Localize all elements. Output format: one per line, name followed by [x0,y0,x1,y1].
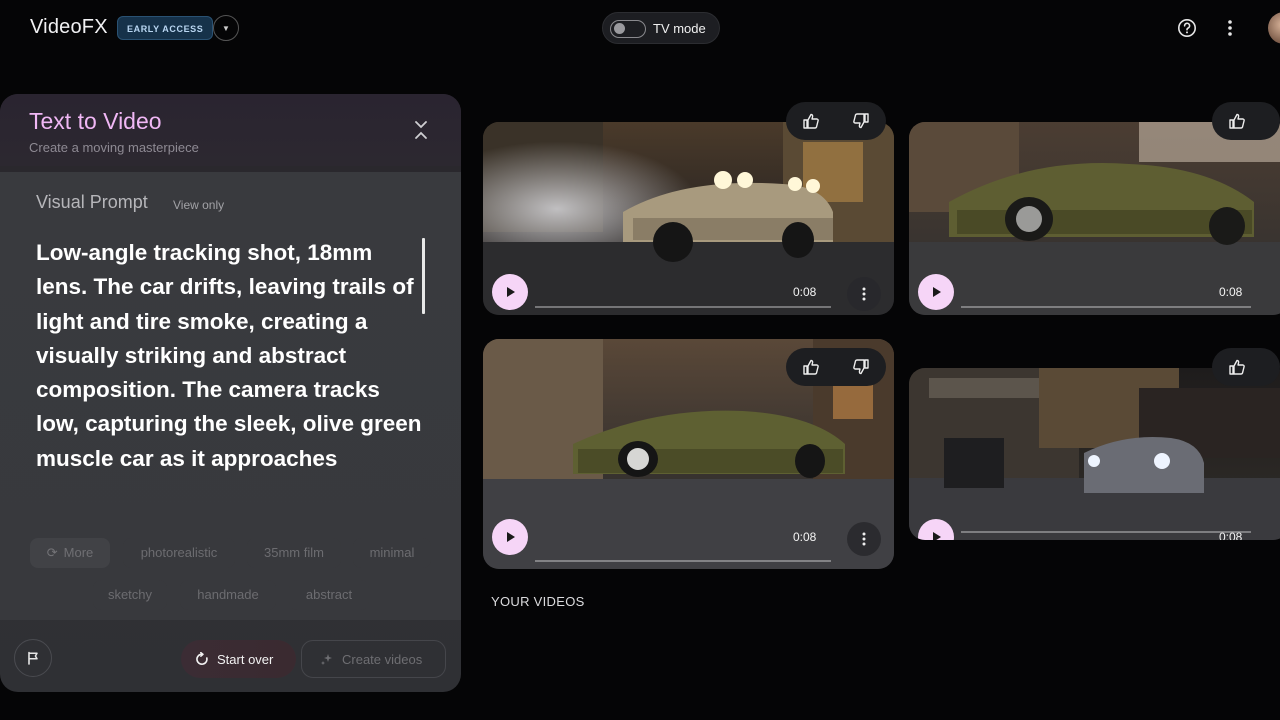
play-icon [507,287,515,297]
video-progress-bar[interactable] [961,531,1251,533]
play-icon [507,532,515,542]
more-options-button[interactable] [1218,16,1242,40]
start-over-label: Start over [217,651,274,667]
chip-label: More [63,545,94,560]
rating-pill [1212,102,1280,140]
create-videos-label: Create videos [342,651,423,667]
thumbs-up-button[interactable] [1212,102,1262,140]
thumbs-up-button[interactable] [786,348,836,386]
chip-photorealistic[interactable]: photorealistic [123,538,235,568]
panel-header: Text to Video Create a moving masterpiec… [0,94,461,166]
start-over-button[interactable]: Start over [181,640,296,678]
view-only-label: View only [173,198,225,212]
chip-abstract[interactable]: abstract [289,580,369,610]
help-icon [1178,19,1196,37]
refresh-icon: ⟳ [46,545,58,560]
thumbs-up-icon [803,359,819,375]
thumbs-up-icon [1229,113,1245,129]
thumbs-down-icon [853,359,869,375]
chip-35mm-film[interactable]: 35mm film [247,538,341,568]
visual-prompt-label: Visual Prompt [36,192,148,212]
rating-pill [1212,348,1280,386]
chevron-down-icon: ▼ [222,23,230,33]
collapse-toggle-icon[interactable] [411,116,431,144]
panel-subtitle: Create a moving masterpiece [29,140,199,155]
play-icon [933,287,941,297]
video-card[interactable]: 0:08 [909,368,1280,540]
chip-label: abstract [305,587,353,602]
toggle-switch-icon [610,20,646,38]
chip-label: minimal [369,545,415,560]
thumbs-down-icon [853,113,869,129]
more-vert-icon [862,287,866,301]
more-vert-icon [1228,20,1232,36]
refresh-icon [196,652,208,665]
play-button[interactable] [492,519,528,555]
brand-dropdown-button[interactable]: ▼ [213,15,239,41]
chip-label: sketchy [107,587,153,602]
video-progress-bar[interactable] [535,560,831,562]
video-progress-bar[interactable] [961,306,1251,308]
thumbs-down-button[interactable] [836,102,886,140]
video-more-button[interactable] [847,277,881,311]
text-cursor [422,238,425,314]
chip-handmade[interactable]: handmade [180,580,276,610]
app-brand: VideoFX [30,16,108,38]
user-avatar[interactable] [1268,12,1280,44]
play-button[interactable] [492,274,528,310]
chip-sketchy[interactable]: sketchy [93,580,167,610]
rating-pill [786,348,886,386]
video-card[interactable]: 0:08 [909,122,1280,315]
video-card[interactable]: 0:08 [483,122,894,315]
video-duration: 0:08 [793,530,817,544]
video-progress-bar[interactable] [535,306,831,308]
chip-more[interactable]: ⟳ More [30,538,110,568]
chip-minimal[interactable]: minimal [353,538,431,568]
flag-icon [28,651,38,665]
tv-mode-toggle[interactable]: TV mode [602,12,720,44]
video-duration: 0:08 [793,285,817,299]
video-more-button[interactable] [847,522,881,556]
your-videos-heading: YOUR VIDEOS [491,594,585,609]
play-button[interactable] [918,274,954,310]
sparkle-icon [321,654,332,665]
tv-mode-label: TV mode [653,21,706,36]
thumbs-up-button[interactable] [1212,348,1262,386]
prompt-text: Low-angle tracking shot, 18mm lens. The … [36,240,422,471]
report-button[interactable] [14,639,52,677]
thumbs-up-button[interactable] [786,102,836,140]
video-duration: 0:08 [1219,285,1243,299]
help-button[interactable] [1175,16,1199,40]
more-vert-icon [862,532,866,546]
chip-label: handmade [197,587,259,602]
visual-prompt-area: Visual Prompt View only Low-angle tracki… [0,172,461,620]
chip-label: 35mm film [264,545,324,560]
video-duration: 0:08 [1219,530,1243,540]
rating-pill [786,102,886,140]
thumbs-up-icon [803,113,819,129]
early-access-badge: EARLY ACCESS [117,16,214,40]
thumbs-down-button[interactable] [836,348,886,386]
chip-label: photorealistic [140,545,218,560]
thumbs-up-icon [1229,359,1245,375]
text-to-video-panel: Text to Video Create a moving masterpiec… [0,94,461,692]
panel-title: Text to Video [29,108,162,134]
create-videos-button[interactable]: Create videos [301,640,446,678]
play-icon [933,532,941,540]
video-thumbnail [483,122,894,315]
video-thumbnail [909,368,1280,540]
